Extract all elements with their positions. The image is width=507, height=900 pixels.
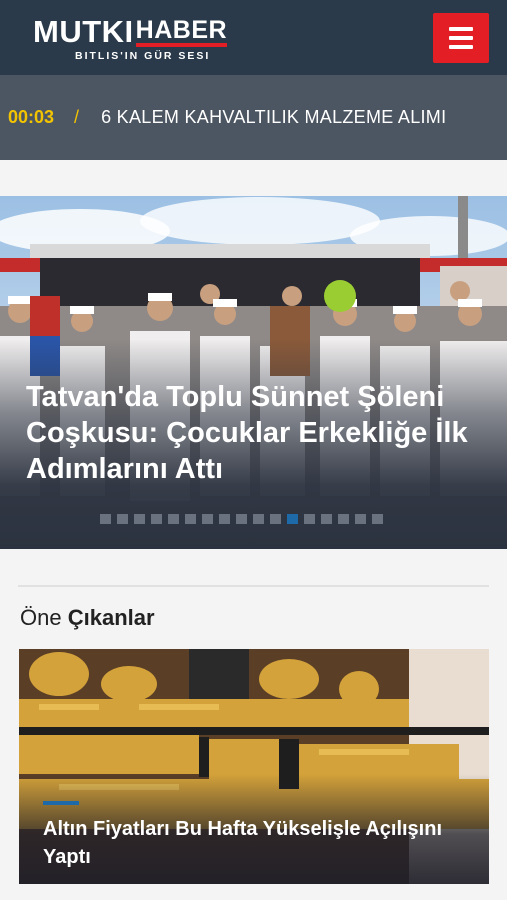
- slider-dot[interactable]: [253, 514, 264, 524]
- featured-heading-light: Öne: [20, 605, 62, 630]
- slider-dot[interactable]: [185, 514, 196, 524]
- slider-dot[interactable]: [372, 514, 383, 524]
- slider-dot[interactable]: [100, 514, 111, 524]
- ticker-headline[interactable]: 6 KALEM KAHVALTILIK MALZEME ALIMI: [101, 107, 446, 128]
- slider-dot[interactable]: [134, 514, 145, 524]
- site-logo[interactable]: MUTKI HABER BITLIS'IN GÜR SESI: [33, 13, 228, 62]
- slider-dot[interactable]: [151, 514, 162, 524]
- hamburger-menu-button[interactable]: [433, 12, 489, 63]
- slider-dot[interactable]: [321, 514, 332, 524]
- slider-dot[interactable]: [304, 514, 315, 524]
- logo-underline: [135, 43, 228, 47]
- featured-card-title[interactable]: Altın Fiyatları Bu Hafta Yükselişle Açıl…: [43, 815, 465, 871]
- featured-heading: Öne Çıkanlar: [0, 587, 507, 649]
- site-header: MUTKI HABER BITLIS'IN GÜR SESI: [0, 0, 507, 75]
- slider-dot[interactable]: [355, 514, 366, 524]
- slider-dot[interactable]: [338, 514, 349, 524]
- slider-dot[interactable]: [287, 514, 298, 524]
- featured-card[interactable]: Altın Fiyatları Bu Hafta Yükselişle Açıl…: [19, 649, 489, 884]
- hamburger-menu-icon: [449, 26, 473, 31]
- slider-dot[interactable]: [168, 514, 179, 524]
- logo-mutki-text: MUTKI: [33, 14, 134, 49]
- ticker-time: 00:03: [8, 107, 55, 127]
- ticker-separator: /: [74, 107, 80, 127]
- featured-heading-bold: Çıkanlar: [67, 605, 155, 630]
- headline-slider[interactable]: Tatvan'da Toplu Sünnet Şöleni Coşkusu: Ç…: [0, 196, 507, 549]
- slider-pagination[interactable]: [100, 514, 383, 524]
- slider-dot[interactable]: [202, 514, 213, 524]
- slider-dot[interactable]: [117, 514, 128, 524]
- breaking-news-ticker[interactable]: 00:03 / 6 KALEM KAHVALTILIK MALZEME ALIM…: [0, 75, 507, 160]
- logo-haber-text: HABER: [135, 16, 228, 44]
- slider-headline[interactable]: Tatvan'da Toplu Sünnet Şöleni Coşkusu: Ç…: [26, 379, 483, 487]
- logo-tagline: BITLIS'IN GÜR SESI: [75, 50, 211, 62]
- featured-card-accent: [43, 801, 79, 805]
- slider-dot[interactable]: [219, 514, 230, 524]
- slider-dot[interactable]: [270, 514, 281, 524]
- slider-dot[interactable]: [236, 514, 247, 524]
